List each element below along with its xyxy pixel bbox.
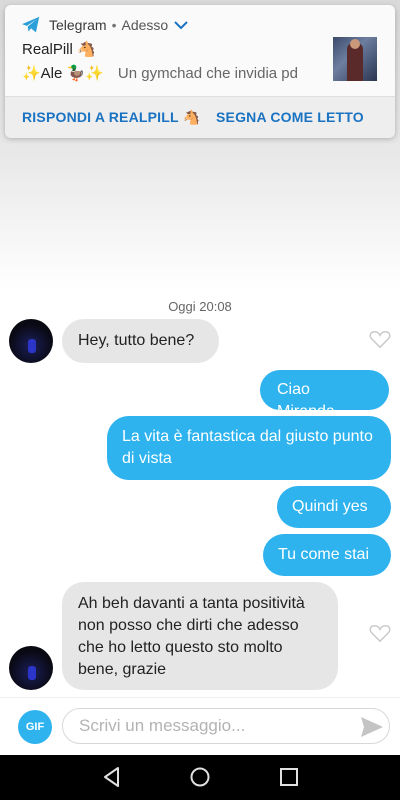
home-icon[interactable]	[188, 765, 212, 789]
message-bubble-outgoing[interactable]: Ciao Miranda	[260, 370, 389, 420]
notification-sender: ✨Ale 🦆✨	[22, 65, 104, 82]
notification-preview: Un gymchad che invidia pd	[117, 65, 298, 82]
message-bubble-incoming[interactable]: Hey, tutto bene?	[62, 319, 219, 363]
heart-icon[interactable]	[369, 329, 391, 349]
back-icon[interactable]	[100, 765, 124, 789]
message-bubble-outgoing[interactable]: La vita è fantastica dal giusto punto di…	[107, 416, 391, 480]
message-bubble-outgoing[interactable]: Tu come stai	[263, 534, 391, 576]
notification-separator: •	[111, 17, 117, 33]
recents-icon[interactable]	[277, 765, 301, 789]
notification-title: RealPill 🐴	[22, 41, 96, 58]
telegram-icon	[22, 16, 40, 33]
avatar[interactable]	[9, 646, 53, 690]
notification-app-name: Telegram	[49, 17, 107, 33]
notification-body: ✨Ale 🦆✨ Un gymchad che invidia pd	[22, 64, 298, 82]
message-bubble-incoming[interactable]: Ah beh davanti a tanta positività non po…	[62, 582, 338, 690]
notification-actions: RISPONDI A REALPILL 🐴 SEGNA COME LETTO	[5, 96, 395, 138]
system-navigation-bar	[0, 755, 400, 800]
notification-time: Adesso	[121, 17, 169, 33]
notification-thumbnail	[333, 37, 377, 81]
message-input-bar: GIF	[0, 697, 400, 756]
reply-action-button[interactable]: RISPONDI A REALPILL 🐴	[22, 109, 200, 126]
gif-button[interactable]: GIF	[18, 710, 52, 744]
chevron-down-icon[interactable]	[174, 20, 188, 30]
thumbnail-head	[350, 39, 360, 49]
message-bubble-outgoing[interactable]: Quindi yes	[277, 486, 391, 528]
mark-read-action-button[interactable]: SEGNA COME LETTO	[216, 109, 364, 125]
heart-icon[interactable]	[369, 623, 391, 643]
send-icon[interactable]	[360, 716, 384, 738]
notification-header: Telegram • Adesso	[21, 16, 188, 34]
telegram-notification[interactable]: Telegram • Adesso RealPill 🐴 ✨Ale 🦆✨ Un g…	[5, 5, 395, 138]
avatar[interactable]	[9, 319, 53, 363]
chat-date-label: Oggi 20:08	[168, 299, 232, 314]
message-input[interactable]	[62, 708, 390, 744]
